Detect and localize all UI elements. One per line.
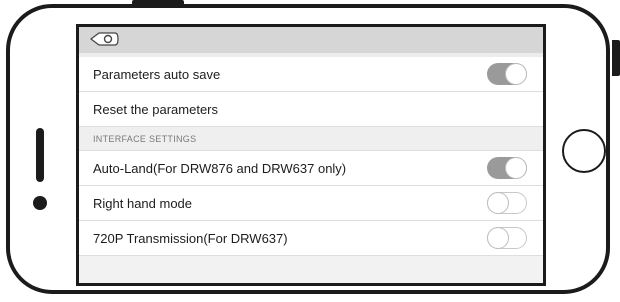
setting-label: Right hand mode (93, 196, 193, 211)
setting-row-auto-save: Parameters auto save (79, 57, 543, 92)
setting-row-auto-land: Auto-Land(For DRW876 and DRW637 only) (79, 151, 543, 186)
speaker-slot (36, 128, 44, 182)
setting-row-reset[interactable]: Reset the parameters (79, 92, 543, 127)
camera-dot (33, 196, 47, 210)
setting-label: Auto-Land(For DRW876 and DRW637 only) (93, 161, 347, 176)
setting-label: Reset the parameters (93, 102, 219, 117)
setting-row-720p: 720P Transmission(For DRW637) (79, 221, 543, 256)
transmission-toggle[interactable] (487, 227, 527, 249)
app-screen: Parameters auto save Reset the parameter… (76, 24, 546, 286)
toggle-knob (506, 64, 526, 84)
auto-save-toggle[interactable] (487, 63, 527, 85)
home-button (562, 129, 606, 173)
right-hand-toggle[interactable] (487, 192, 527, 214)
section-header: INTERFACE SETTINGS (79, 127, 543, 151)
toggle-knob (488, 228, 508, 248)
toggle-knob (488, 193, 508, 213)
setting-label: Parameters auto save (93, 67, 221, 82)
back-arrow-icon[interactable] (89, 31, 119, 47)
navigation-bar (79, 27, 543, 53)
auto-land-toggle[interactable] (487, 157, 527, 179)
setting-label: 720P Transmission(For DRW637) (93, 231, 288, 246)
section-title: INTERFACE SETTINGS (93, 134, 197, 144)
side-button (612, 40, 620, 76)
setting-row-right-hand: Right hand mode (79, 186, 543, 221)
power-button (132, 0, 184, 8)
settings-list: Parameters auto save Reset the parameter… (79, 57, 543, 256)
toggle-knob (506, 158, 526, 178)
